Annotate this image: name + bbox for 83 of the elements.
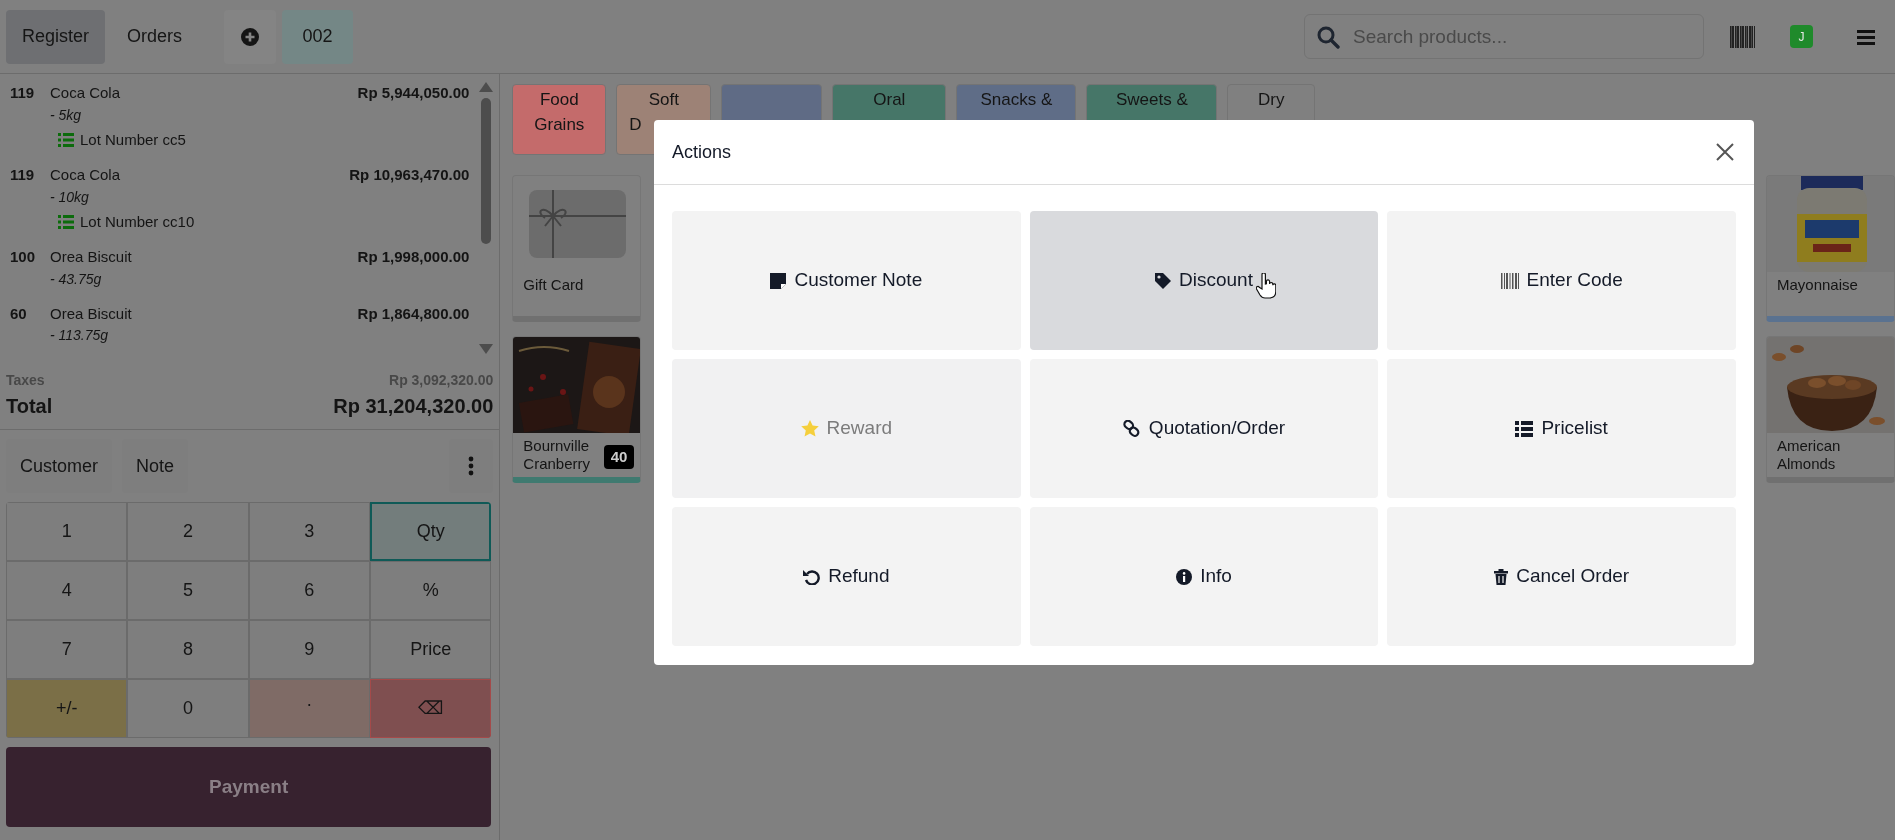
star-icon <box>800 420 819 437</box>
action-button[interactable]: Refund <box>672 507 1021 646</box>
total-amount: Rp 31,204,320.00 <box>333 394 494 419</box>
mode-key[interactable]: Qty <box>370 502 492 561</box>
numpad-key[interactable]: 8 <box>127 620 249 679</box>
product-card[interactable]: Gift Card <box>512 175 642 322</box>
link-icon <box>1122 419 1141 438</box>
line-price: Rp 1,864,800.00 <box>357 303 470 324</box>
line-price: Rp 5,944,050.00 <box>357 83 470 103</box>
line-quantity: 60 <box>10 303 28 324</box>
category-button[interactable]: Food Grains <box>512 84 607 155</box>
product-name: Orea Biscuit <box>50 247 133 267</box>
action-button[interactable]: Cancel Order <box>1387 507 1736 646</box>
total-label: Total <box>6 394 53 419</box>
lot-number: Lot Number cc5 <box>80 129 186 150</box>
menu-icon[interactable] <box>1857 28 1875 45</box>
payment-button[interactable]: Payment <box>6 747 492 827</box>
line-quantity: 100 <box>10 247 37 267</box>
hand-cursor-icon <box>1256 273 1276 299</box>
action-button[interactable]: Discount <box>1029 211 1379 350</box>
numpad-key[interactable]: 6 <box>248 561 370 620</box>
orders-tab[interactable]: Orders <box>111 9 199 64</box>
new-order-button[interactable] <box>224 9 277 64</box>
mode-key[interactable]: % <box>370 561 492 620</box>
variant-label: - 43.75g <box>50 269 103 289</box>
product-name: Gift Card <box>522 275 585 295</box>
numpad-key[interactable]: 2 <box>127 502 249 561</box>
numpad-key[interactable]: 7 <box>6 620 128 679</box>
list-icon <box>58 132 74 147</box>
numpad-key[interactable]: 0 <box>127 679 249 738</box>
barcode-icon[interactable] <box>1730 25 1756 48</box>
product-card[interactable]: Mayonnaise <box>1766 175 1895 322</box>
lot-number: Lot Number cc10 <box>80 211 195 232</box>
numpad-key[interactable]: 4 <box>6 561 128 620</box>
action-button[interactable]: Customer Note <box>672 211 1021 350</box>
product-name: Coca Cola <box>50 165 122 185</box>
numpad-key[interactable]: 5 <box>127 561 249 620</box>
list-icon <box>58 214 74 229</box>
tag-icon <box>1155 272 1172 289</box>
note-icon <box>770 272 787 289</box>
info-icon <box>1176 568 1193 585</box>
line-quantity: 119 <box>10 165 36 185</box>
decimal-key[interactable]: . <box>248 679 370 738</box>
trash-icon <box>1494 568 1509 585</box>
product-name: Orea Biscuit <box>50 303 133 324</box>
user-avatar[interactable]: J <box>1790 25 1813 48</box>
order-tab[interactable]: 002 <box>282 9 354 64</box>
scroll-down-icon[interactable] <box>479 344 494 354</box>
numpad-key[interactable]: 9 <box>248 620 370 679</box>
product-name: Mayonnaise <box>1776 275 1859 295</box>
action-button[interactable]: Pricelist <box>1387 359 1736 498</box>
line-price: Rp 1,998,000.00 <box>357 247 470 267</box>
variant-label: - 5kg <box>50 105 83 125</box>
list-icon <box>1515 420 1534 437</box>
sign-key[interactable]: +/- <box>6 679 128 738</box>
taxes-label: Taxes <box>6 371 45 390</box>
variant-label: - 113.75g <box>50 326 110 345</box>
close-button[interactable] <box>1714 141 1736 163</box>
action-button[interactable]: Info <box>1029 507 1379 646</box>
mode-key[interactable]: Price <box>370 620 492 679</box>
line-price: Rp 10,963,470.00 <box>349 165 470 185</box>
action-button[interactable]: Enter Code <box>1387 211 1736 350</box>
action-button[interactable]: Quotation/Order <box>1029 359 1379 498</box>
register-tab[interactable]: Register <box>6 9 106 64</box>
undo-icon <box>803 568 821 585</box>
line-quantity: 119 <box>10 83 36 103</box>
scrollbar-thumb[interactable] <box>481 98 492 244</box>
product-name: Coca Cola <box>50 83 122 103</box>
numpad-key[interactable]: 3 <box>248 502 370 561</box>
numpad-key[interactable]: 1 <box>6 502 128 561</box>
variant-label: - 10kg <box>50 187 90 207</box>
plus-icon <box>241 27 260 46</box>
taxes-amount: Rp 3,092,320.00 <box>389 371 494 390</box>
backspace-key[interactable]: ⌫ <box>370 679 492 738</box>
product-name: American Almonds <box>1776 436 1842 474</box>
barcode-icon <box>1500 272 1519 289</box>
kebab-icon <box>468 456 475 476</box>
product-card[interactable]: American Almonds <box>1766 336 1895 483</box>
product-name: Bournville Cranberry <box>522 436 591 474</box>
stock-badge: 40 <box>603 444 635 469</box>
product-card[interactable]: Bournville Cranberry 40 <box>512 336 642 483</box>
scroll-up-icon[interactable] <box>479 82 494 92</box>
search-icon <box>1316 25 1340 49</box>
